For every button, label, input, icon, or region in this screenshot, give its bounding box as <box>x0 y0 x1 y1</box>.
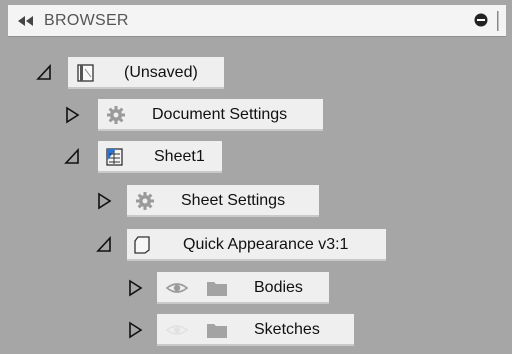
tree-node-label: Document Settings <box>152 106 288 123</box>
collapsed-triangle-icon[interactable] <box>64 106 80 124</box>
tree-row-document-settings: Document Settings <box>0 99 512 131</box>
expanded-triangle-icon[interactable] <box>96 236 112 254</box>
expanded-triangle-icon[interactable] <box>64 148 80 166</box>
tree-node-label: Sheet Settings <box>181 192 286 209</box>
tree-node-unsaved[interactable]: (Unsaved) <box>68 57 224 89</box>
collapsed-triangle-icon[interactable] <box>127 279 143 297</box>
tree-node-sketches[interactable]: Sketches <box>157 314 354 346</box>
tree-row-bodies: Bodies <box>0 272 512 304</box>
tree-node-sheet-settings[interactable]: Sheet Settings <box>127 185 319 217</box>
vertical-grip-icon[interactable] <box>496 11 500 31</box>
tree-row-sketches: Sketches <box>0 314 512 346</box>
tree-node-document-settings[interactable]: Document Settings <box>98 99 323 131</box>
sheet-icon <box>106 148 123 166</box>
tree-node-label: Sheet1 <box>154 148 205 165</box>
tree-row-component: Quick Appearance v3:1 <box>0 229 512 261</box>
folder-icon <box>207 282 227 296</box>
collapsed-triangle-icon[interactable] <box>127 321 143 339</box>
tree-node-label: Quick Appearance v3:1 <box>183 236 349 253</box>
tree-node-bodies[interactable]: Bodies <box>157 272 329 304</box>
tree-row-sheet1: Sheet1 <box>0 141 512 173</box>
design-document-icon <box>77 64 94 82</box>
folder-icon <box>207 324 227 338</box>
tree-node-quick-appearance[interactable]: Quick Appearance v3:1 <box>127 229 386 261</box>
browser-header[interactable]: BROWSER <box>8 5 506 37</box>
panel-title: BROWSER <box>44 12 129 29</box>
tree-row-root: (Unsaved) <box>0 57 512 89</box>
double-chevron-left-icon[interactable] <box>16 15 36 27</box>
tree-node-label: Sketches <box>254 321 320 338</box>
tree-row-sheet-settings: Sheet Settings <box>0 185 512 217</box>
tree-node-label: (Unsaved) <box>124 64 198 81</box>
eye-hidden-icon[interactable] <box>165 320 189 340</box>
minus-circle-icon[interactable] <box>474 13 488 27</box>
eye-icon[interactable] <box>165 278 189 298</box>
component-icon <box>134 236 150 254</box>
tree-node-label: Bodies <box>254 279 303 296</box>
collapsed-triangle-icon[interactable] <box>96 192 112 210</box>
browser-panel: BROWSER (Unsaved) Document Settings Shee… <box>0 0 512 354</box>
expanded-triangle-icon[interactable] <box>36 64 52 82</box>
gear-icon <box>107 106 125 124</box>
tree-node-sheet1[interactable]: Sheet1 <box>98 141 222 173</box>
gear-icon <box>136 192 154 210</box>
